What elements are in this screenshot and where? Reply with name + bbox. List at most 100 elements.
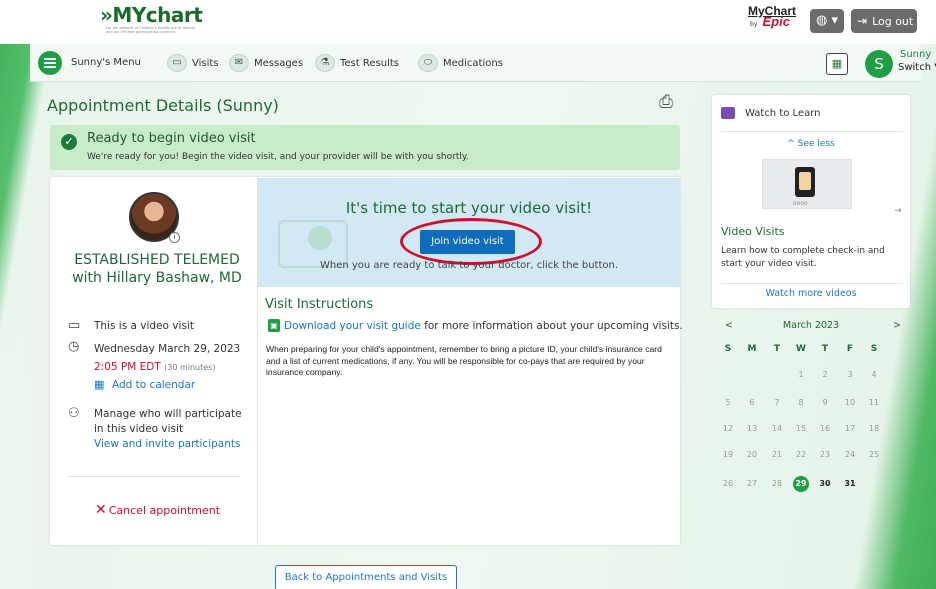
participants-icon: ⚇ xyxy=(68,406,80,421)
watch-more-videos-link[interactable]: Watch more videos xyxy=(712,288,910,299)
calendar-weekday: S xyxy=(724,344,732,354)
nav-medications[interactable]: ⬭ Medications xyxy=(418,54,503,73)
calendar-next-button[interactable]: > xyxy=(893,320,901,331)
brand-tagline: For the patients of Children's Healthcar… xyxy=(106,26,196,34)
calendar-day[interactable]: 28 xyxy=(765,476,789,492)
watch-to-learn-title: Watch to Learn xyxy=(745,108,821,119)
logout-label: Log out xyxy=(872,15,914,28)
annotation-circle xyxy=(400,218,542,265)
mychart-logo[interactable]: »MYchart For the patients of Children's … xyxy=(100,3,203,38)
calendar-day[interactable]: 20 xyxy=(740,447,764,463)
view-invite-participants-link[interactable]: View and invite participants xyxy=(94,438,240,450)
calendar-day[interactable]: 10 xyxy=(838,395,862,411)
checkmark-icon: ✓ xyxy=(61,134,77,150)
appointment-duration: (30 minutes) xyxy=(164,363,216,372)
calendar-day[interactable]: 1 xyxy=(789,367,813,383)
calendar-day[interactable]: 29 xyxy=(793,476,809,492)
nav-visits[interactable]: ▭ Visits xyxy=(167,54,219,73)
calendar-day[interactable]: 16 xyxy=(813,421,837,437)
epic-by-text: by xyxy=(750,21,758,28)
calendar-day[interactable]: 9 xyxy=(813,395,837,411)
calendar-month: March 2023 xyxy=(782,320,840,331)
ready-alert: ✓ Ready to begin video visit We're ready… xyxy=(50,125,680,170)
calendar-day[interactable]: 7 xyxy=(765,395,789,411)
alert-body: We're ready for you! Begin the video vis… xyxy=(87,152,469,162)
nav-test-results[interactable]: ⚗ Test Results xyxy=(315,54,399,73)
close-icon: ✕ xyxy=(95,502,107,518)
calendar-day[interactable]: 8 xyxy=(789,395,813,411)
calendar-day[interactable]: 15 xyxy=(789,421,813,437)
see-less-toggle[interactable]: ^ See less xyxy=(712,139,910,149)
video-icon xyxy=(721,107,735,119)
switch-user-button[interactable]: Switch ▼ xyxy=(898,62,936,73)
calendar-day[interactable]: 6 xyxy=(740,395,764,411)
top-header: »MYchart For the patients of Children's … xyxy=(0,0,936,44)
calendar-day[interactable]: 13 xyxy=(740,421,764,437)
envelope-icon: ✉ xyxy=(229,54,249,72)
language-button[interactable]: ◍ ▾ xyxy=(810,9,844,33)
video-visits-body: Learn how to complete check-in and start… xyxy=(721,246,885,269)
user-name: Sunny xyxy=(900,49,932,60)
calendar-day[interactable]: 25 xyxy=(862,447,886,463)
video-camera-icon: ▭ xyxy=(68,318,81,333)
divider xyxy=(68,476,240,477)
phone-icon xyxy=(795,167,815,197)
calendar-weekday: T xyxy=(821,344,829,354)
video-thumbnail[interactable]: oooo xyxy=(762,159,852,209)
back-to-appointments-button[interactable]: Back to Appointments and Visits xyxy=(275,565,457,589)
video-panel-subtext: When you are ready to talk to your docto… xyxy=(319,260,619,271)
logout-icon: ⇥ xyxy=(857,14,868,28)
download-visit-guide-link[interactable]: Download your visit guide xyxy=(284,320,421,332)
cancel-appointment-link[interactable]: ✕ Cancel appointment xyxy=(95,502,220,518)
menu-icon[interactable] xyxy=(38,51,62,75)
calendar-icon: ▭ xyxy=(167,54,187,72)
calendar-weekday: T xyxy=(773,344,781,354)
calendar-day[interactable]: 11 xyxy=(862,395,886,411)
logout-button[interactable]: ⇥ Log out xyxy=(851,9,917,33)
globe-icon: ◍ ▾ xyxy=(815,13,838,28)
calendar-day[interactable]: 12 xyxy=(716,421,740,437)
nav-messages[interactable]: ✉ Messages xyxy=(229,54,303,73)
mychart-by-epic-logo: MyChart by Epic xyxy=(748,5,796,36)
brand-name: MYchart xyxy=(112,3,203,27)
calendar-add-icon: ▦ xyxy=(94,378,105,391)
flask-icon: ⚗ xyxy=(315,54,335,72)
next-video-arrow[interactable]: → xyxy=(894,206,902,216)
calendar-day[interactable]: 19 xyxy=(716,447,740,463)
calendar-day[interactable]: 21 xyxy=(765,447,789,463)
video-visit-note: This is a video visit xyxy=(94,320,194,332)
calendar-day[interactable]: 4 xyxy=(862,367,886,383)
menu-link[interactable]: Sunny's Menu xyxy=(71,54,141,72)
calendar-day[interactable]: 2 xyxy=(813,367,837,383)
avatar[interactable]: S xyxy=(865,50,893,78)
manage-participants-text: Manage who will participate xyxy=(94,408,242,420)
add-to-calendar-link[interactable]: Add to calendar xyxy=(112,379,195,391)
epic-text: Epic xyxy=(762,14,790,29)
qr-code-icon[interactable]: ▦ xyxy=(826,53,848,75)
appointment-date: Wednesday March 29, 2023 xyxy=(94,343,241,355)
brand-chevron: » xyxy=(100,3,113,27)
calendar-day[interactable]: 31 xyxy=(838,476,862,492)
calendar-weekday: S xyxy=(870,344,878,354)
calendar-day[interactable]: 14 xyxy=(765,421,789,437)
calendar-day[interactable]: 24 xyxy=(838,447,862,463)
calendar-day[interactable]: 26 xyxy=(716,476,740,492)
clock-icon: ◷ xyxy=(68,339,80,354)
calendar-day[interactable]: 27 xyxy=(740,476,764,492)
calendar-weekday: W xyxy=(796,344,806,354)
alert-title: Ready to begin video visit xyxy=(87,131,256,146)
calendar-day[interactable]: 30 xyxy=(813,476,837,492)
calendar-weekday: F xyxy=(846,344,854,354)
calendar-day[interactable]: 3 xyxy=(838,367,862,383)
calendar-day[interactable]: 22 xyxy=(789,447,813,463)
calendar-day[interactable]: 23 xyxy=(813,447,837,463)
calendar-day[interactable]: 17 xyxy=(838,421,862,437)
page-title: Appointment Details (Sunny) xyxy=(47,96,279,115)
calendar-day[interactable]: 5 xyxy=(716,395,740,411)
visit-instructions-body: When preparing for your child's appointm… xyxy=(266,344,662,377)
visit-type-title: ESTABLISHED TELEMED with Hillary Bashaw,… xyxy=(72,252,242,286)
calendar-day[interactable]: 18 xyxy=(862,421,886,437)
print-icon[interactable]: ⎙ xyxy=(655,92,677,114)
main-nav: Sunny's Menu ▭ Visits ✉ Messages ⚗ Test Res… xyxy=(30,44,936,82)
info-icon[interactable]: i xyxy=(169,232,180,243)
